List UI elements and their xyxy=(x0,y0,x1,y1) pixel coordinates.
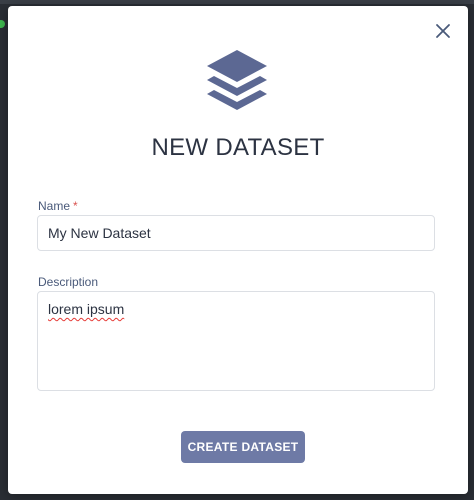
new-dataset-modal: NEW DATASET Name* Description lorem ipsu… xyxy=(8,6,468,494)
name-input[interactable] xyxy=(37,215,435,251)
name-label-text: Name xyxy=(38,199,71,213)
close-icon xyxy=(436,24,450,38)
background-strip xyxy=(0,0,474,4)
layers-icon xyxy=(207,50,267,110)
modal-title: NEW DATASET xyxy=(151,134,325,161)
description-input[interactable] xyxy=(37,291,435,391)
name-label: Name * xyxy=(38,199,78,213)
description-label: Description xyxy=(38,275,99,289)
create-dataset-button[interactable]: CREATE DATASET xyxy=(181,431,305,463)
close-button[interactable] xyxy=(434,22,452,40)
required-mark: * xyxy=(73,199,78,213)
status-dot xyxy=(0,20,5,28)
